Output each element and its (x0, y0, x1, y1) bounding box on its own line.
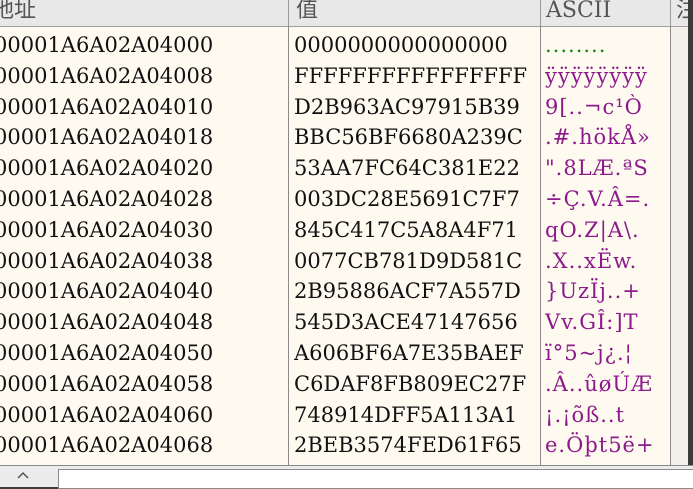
ascii-cell[interactable]: ÿÿÿÿÿÿÿÿ (545, 61, 670, 92)
address-header[interactable]: 地址 (0, 0, 36, 26)
memory-row[interactable]: 00001A6A02A04068 2BEB3574FED61F65 e.Öþt5ë+ (0, 430, 688, 461)
address-cell[interactable]: 00001A6A02A04048 (0, 307, 286, 338)
value-cell[interactable]: 0077CB781D9D581C (294, 246, 538, 277)
ascii-cell[interactable]: e.Öþt5ë+ (545, 430, 670, 461)
ascii-cell[interactable]: qO.Z|A\. (545, 215, 670, 246)
ascii-cell[interactable]: ........ (545, 30, 670, 61)
memory-row[interactable]: 00001A6A02A04040 2B95886ACF7A557D}UzÏj..+ (0, 276, 688, 307)
value-header[interactable]: 值 (296, 0, 318, 26)
address-cell[interactable]: 00001A6A02A04010 (0, 92, 286, 123)
memory-row[interactable]: 00001A6A02A04000 0000000000000000........ (0, 30, 688, 61)
address-cell[interactable]: 00001A6A02A04060 (0, 400, 286, 431)
address-cell[interactable]: 00001A6A02A04008 (0, 61, 286, 92)
value-cell[interactable]: BBC56BF6680A239C (294, 122, 538, 153)
value-cell[interactable]: FFFFFFFFFFFFFFFF (294, 61, 538, 92)
ascii-cell[interactable]: ¡.¡õß..t (545, 400, 670, 431)
command-bar (0, 465, 693, 489)
ascii-cell[interactable]: ".8LÆ.ªS (545, 153, 670, 184)
address-cell[interactable]: 00001A6A02A04038 (0, 246, 286, 277)
address-cell[interactable]: 00001A6A02A04020 (0, 153, 286, 184)
ascii-cell[interactable]: .X..xËw. (545, 246, 670, 277)
ascii-cell[interactable]: .#.hökÅ» (545, 122, 670, 153)
address-cell[interactable]: 00001A6A02A04028 (0, 184, 286, 215)
ascii-cell[interactable]: .Â..ûøÚÆ (545, 369, 670, 400)
memory-row[interactable]: 00001A6A02A04048 545D3ACE47147656 Vv.GÎ:]T (0, 307, 688, 338)
memory-row[interactable]: 00001A6A02A04018 BBC56BF6680A239C .#.hökÅ» (0, 122, 688, 153)
chevron-up-icon[interactable] (16, 469, 30, 481)
memory-row[interactable]: 00001A6A02A04010 D2B963AC97915B39 9[..¬c¹Ò (0, 92, 688, 123)
ascii-cell[interactable]: ÷Ç.V.Â=. (545, 184, 670, 215)
value-cell[interactable]: 2BEB3574FED61F65 (294, 430, 538, 461)
value-cell[interactable]: 003DC28E5691C7F7 (294, 184, 538, 215)
comment-header[interactable]: 注 (676, 0, 688, 26)
memory-view: 地址 值 ASCII 注 00001A6A02A04000 00000000000… (0, 0, 688, 465)
ascii-header[interactable]: ASCII (546, 0, 611, 26)
value-cell[interactable]: C6DAF8FB809EC27F (294, 369, 538, 400)
value-cell[interactable]: 0000000000000000 (294, 30, 538, 61)
memory-row[interactable]: 00001A6A02A04028 003DC28E5691C7F7 ÷Ç.V.Â=. (0, 184, 688, 215)
command-input[interactable] (58, 469, 693, 489)
address-cell[interactable]: 00001A6A02A04058 (0, 369, 286, 400)
header-divider[interactable] (670, 0, 671, 26)
column-header: 地址 值 ASCII 注 (0, 0, 688, 27)
ascii-cell[interactable]: 9[..¬c¹Ò (545, 92, 670, 123)
memory-row[interactable]: 00001A6A02A04030 845C417C5A8A4F71 qO.Z|A\. (0, 215, 688, 246)
address-cell[interactable]: 00001A6A02A04040 (0, 276, 286, 307)
header-divider[interactable] (288, 0, 289, 26)
ascii-cell[interactable]: ï°5~j¿.¦ (545, 338, 670, 369)
memory-row[interactable]: 00001A6A02A04038 0077CB781D9D581C .X..xËw. (0, 246, 688, 277)
value-cell[interactable]: D2B963AC97915B39 (294, 92, 538, 123)
header-divider[interactable] (540, 0, 541, 26)
ascii-cell[interactable]: }UzÏj..+ (545, 276, 670, 307)
memory-row[interactable]: 00001A6A02A04050 A606BF6A7E35BAEF ï°5~j¿.¦ (0, 338, 688, 369)
address-cell[interactable]: 00001A6A02A04018 (0, 122, 286, 153)
value-cell[interactable]: 2B95886ACF7A557D (294, 276, 538, 307)
address-cell[interactable]: 00001A6A02A04068 (0, 430, 286, 461)
memory-row[interactable]: 00001A6A02A04008 FFFFFFFFFFFFFFFF ÿÿÿÿÿÿÿÿ (0, 61, 688, 92)
address-cell[interactable]: 00001A6A02A04050 (0, 338, 286, 369)
memory-row[interactable]: 00001A6A02A04058 C6DAF8FB809EC27F .Â..ûøÚÆ (0, 369, 688, 400)
value-cell[interactable]: A606BF6A7E35BAEF (294, 338, 538, 369)
ascii-cell[interactable]: Vv.GÎ:]T (545, 307, 670, 338)
value-cell[interactable]: 845C417C5A8A4F71 (294, 215, 538, 246)
value-cell[interactable]: 748914DFF5A113A1 (294, 400, 538, 431)
memory-row[interactable]: 00001A6A02A04060 748914DFF5A113A1 ¡.¡õß..t (0, 400, 688, 431)
value-cell[interactable]: 53AA7FC64C381E22 (294, 153, 538, 184)
address-cell[interactable]: 00001A6A02A04000 (0, 30, 286, 61)
address-cell[interactable]: 00001A6A02A04030 (0, 215, 286, 246)
memory-row[interactable]: 00001A6A02A04020 53AA7FC64C381E22 ".8LÆ.ªS (0, 153, 688, 184)
value-cell[interactable]: 545D3ACE47147656 (294, 307, 538, 338)
